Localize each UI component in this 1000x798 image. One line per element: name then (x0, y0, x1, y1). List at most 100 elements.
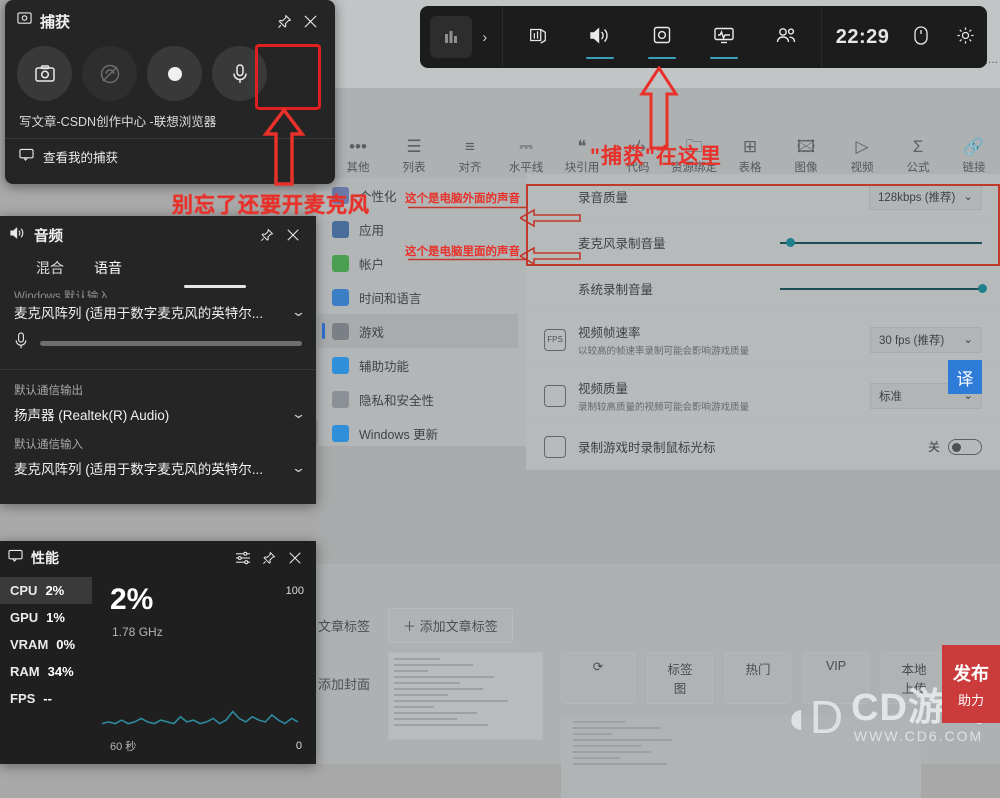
horizontal-rule-icon: ⎓ (500, 137, 552, 157)
metric-value: 0% (56, 637, 75, 652)
settings-toggle-5[interactable]: 关 (928, 438, 982, 455)
toolbar-item-8[interactable]: 🖾图像 (780, 137, 832, 175)
gamebar-button-xbox-social-icon[interactable] (755, 6, 817, 68)
settings-row-5[interactable]: 录制游戏时录制鼠标光标关 (526, 424, 1000, 470)
clipped-section-label: Windows 默认输入 (0, 284, 316, 298)
toolbar-item-9[interactable]: ▷视频 (836, 137, 888, 175)
close-icon[interactable] (280, 222, 306, 248)
active-indicator (710, 57, 738, 60)
screenshot-button[interactable] (17, 46, 72, 101)
divider (821, 6, 822, 68)
cover-thumbnail[interactable] (388, 652, 543, 740)
audio-tab-0[interactable]: 混合 (36, 258, 64, 284)
settings-row-3[interactable]: FPS 视频帧速率以较高的帧速率录制可能会影响游戏质量30 fps (推荐)⌄ (526, 312, 1000, 368)
record-last-30s-button[interactable] (82, 46, 137, 101)
metric-value: 2% (45, 583, 64, 598)
audio-scroll-area: Windows 默认输入 (0, 284, 316, 298)
pin-icon[interactable] (254, 222, 280, 248)
performance-metric-fps[interactable]: FPS-- (0, 685, 92, 712)
accounts-icon (332, 255, 349, 272)
slider-track (780, 242, 982, 244)
input-device-row[interactable]: 麦克风阵列 (适用于数字麦克风的英特尔... ⌄ (0, 298, 316, 324)
mouse-icon[interactable] (899, 6, 943, 68)
gaming-icon (332, 323, 349, 340)
settings-sidebar-item-5[interactable]: 辅助功能 (318, 348, 518, 382)
chevron-right-icon[interactable]: › (472, 29, 498, 46)
translate-button[interactable]: 译 (948, 360, 982, 394)
toolbar-item-7[interactable]: ⊞表格 (724, 137, 776, 175)
cover-option-button-1[interactable]: 标签图 (647, 652, 713, 704)
chevron-down-icon[interactable]: ⌄ (291, 406, 306, 422)
settings-sidebar-item-6[interactable]: 隐私和安全性 (318, 382, 518, 416)
close-icon[interactable] (282, 545, 308, 571)
settings-row-4[interactable]: 视频质量录制较高质量的视频可能会影响游戏质量标准⌄ (526, 368, 1000, 424)
audio-tab-1[interactable]: 语音 (94, 258, 122, 284)
cpu-usage-sparkline (102, 698, 298, 730)
scrollbar-thumb[interactable] (184, 285, 246, 288)
default-comm-output-value: 扬声器 (Realtek(R) Audio) (14, 404, 169, 424)
toggle-switch[interactable] (948, 439, 982, 455)
chevron-down-icon[interactable]: ⌄ (291, 304, 306, 320)
input-volume-slider[interactable] (0, 324, 316, 367)
performance-metric-vram[interactable]: VRAM0% (0, 631, 92, 658)
gamebar-button-capture-icon[interactable] (631, 6, 693, 68)
toolbar-item-10[interactable]: Σ公式 (892, 137, 944, 175)
gear-icon[interactable] (943, 6, 987, 68)
toolbar-item-2[interactable]: ≡对齐 (444, 137, 496, 175)
performance-metric-ram[interactable]: RAM34% (0, 658, 92, 685)
gamebar-button-widget-store-icon[interactable] (507, 6, 569, 68)
watermark-logo-icon: ◖D (782, 694, 843, 740)
chevron-down-icon[interactable]: ⌄ (291, 460, 306, 476)
publish-button[interactable]: 发布 助力 (942, 645, 1000, 723)
slider-track (780, 288, 982, 290)
video-icon: ▷ (836, 137, 888, 157)
performance-metric-gpu[interactable]: GPU1% (0, 604, 92, 631)
settings-sidebar-item-label: 应用 (359, 220, 384, 239)
toolbar-item-3[interactable]: ⎓水平线 (500, 137, 552, 175)
performance-panel-title: 性能 (31, 548, 230, 568)
settings-row-text: 录制游戏时录制鼠标光标 (578, 437, 928, 456)
settings-slider-2[interactable] (780, 281, 982, 297)
annotation-highlight-box-microphone (255, 44, 321, 110)
toolbar-item-1[interactable]: ☰列表 (388, 137, 440, 175)
default-comm-input-row[interactable]: 麦克风阵列 (适用于数字麦克风的英特尔... ⌄ (0, 454, 316, 480)
speaker-icon (10, 226, 26, 245)
performance-metric-cpu[interactable]: CPU2% (0, 577, 92, 604)
settings-dropdown-3[interactable]: 30 fps (推荐)⌄ (870, 327, 982, 353)
add-article-tag-button[interactable]: ＋ 添加文章标签 (388, 608, 513, 643)
settings-sidebar-item-7[interactable]: Windows 更新 (318, 416, 518, 450)
performance-icon (8, 549, 23, 568)
capture-panel-title: 捕获 (40, 11, 271, 32)
gamebar-button-audio-icon[interactable] (569, 6, 631, 68)
sliders-icon[interactable] (230, 545, 256, 571)
slider-knob[interactable] (978, 284, 987, 293)
capture-icon (652, 25, 672, 49)
default-comm-output-row[interactable]: 扬声器 (Realtek(R) Audio) ⌄ (0, 400, 316, 426)
toolbar-item-11[interactable]: 🔗链接 (948, 137, 1000, 175)
see-my-captures-label: 查看我的捕获 (43, 147, 118, 166)
settings-capture-content: 译 录音质量128kbps (推荐)⌄麦克风录制音量系统录制音量FPS视频帧速率… (526, 174, 1000, 446)
start-recording-button[interactable] (147, 46, 202, 101)
settings-slider-1[interactable] (780, 235, 982, 251)
fps-icon: FPS (544, 329, 566, 351)
annotation-highlight-box-audio-settings (526, 184, 1000, 266)
close-icon[interactable] (297, 8, 323, 34)
slider-track[interactable] (40, 341, 302, 346)
widgets-tile-icon[interactable] (430, 16, 472, 58)
settings-row-text: 视频帧速率以较高的帧速率录制可能会影响游戏质量 (578, 322, 870, 357)
pin-icon[interactable] (271, 8, 297, 34)
cover-option-button-0[interactable]: ⟳ (561, 652, 635, 704)
see-my-captures-link[interactable]: 查看我的捕获 (5, 139, 335, 174)
settings-sidebar-item-3[interactable]: 时间和语言 (318, 280, 518, 314)
settings-sidebar-item-4[interactable]: 游戏 (318, 314, 518, 348)
slider-knob[interactable] (786, 238, 795, 247)
annotation-external-sound: 这个是电脑外面的声音 (405, 190, 520, 206)
settings-row-2[interactable]: 系统录制音量 (526, 266, 1000, 312)
pin-icon[interactable] (256, 545, 282, 571)
toolbar-item-0[interactable]: •••其他 (332, 137, 384, 175)
toolbar-item-label: 对齐 (444, 159, 496, 175)
metric-name: RAM (10, 664, 40, 679)
annotation-capture-here: "捕获"在这里 (590, 140, 722, 170)
gamebar-button-performance-icon[interactable] (693, 6, 755, 68)
capture-panel: 捕获 写文章-CSDN创作中心 -联想浏览器 查看我的捕获 (5, 0, 335, 184)
